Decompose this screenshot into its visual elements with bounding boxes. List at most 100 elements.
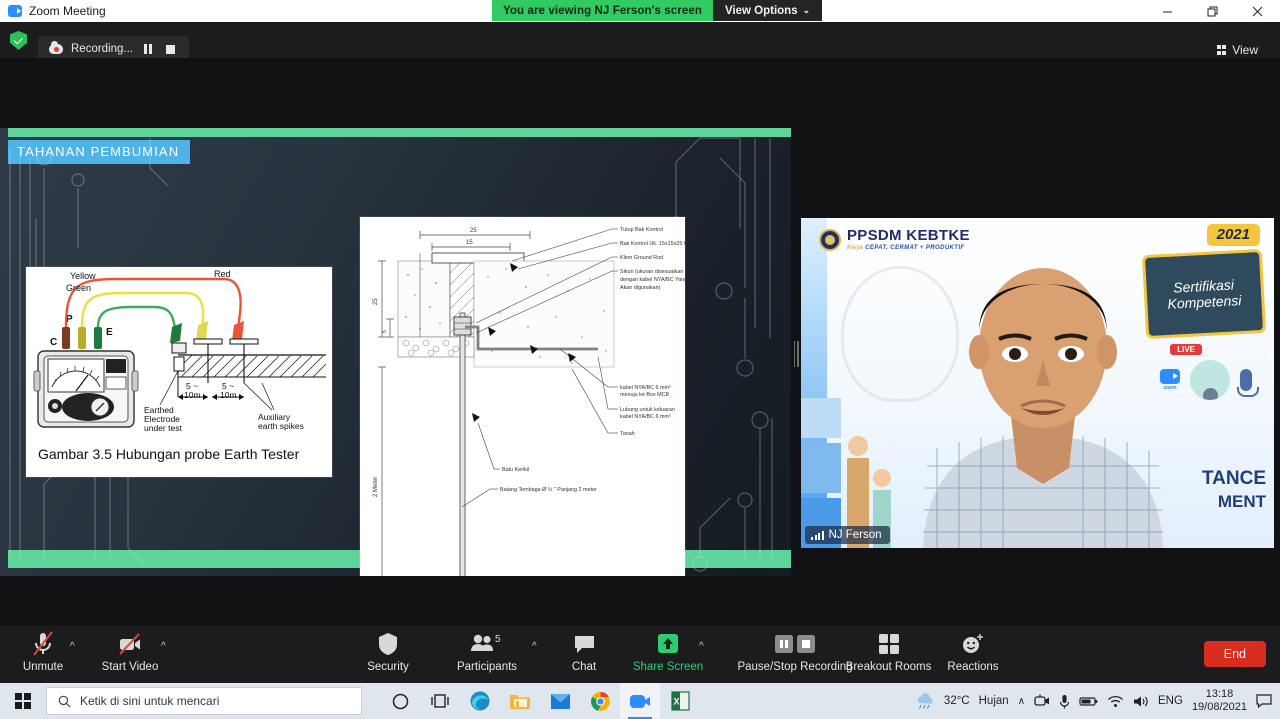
label-terminal-e: E — [106, 327, 113, 338]
figure-grounding-detail: 25 5 2 Meter 25 15 Tutup Bak Kontrol Bak… — [360, 217, 685, 576]
clock-date: 19/08/2021 — [1191, 701, 1247, 713]
system-tray: 32°C Hujan ∧ ENG 13:18 19/08/2021 — [915, 688, 1280, 713]
minimize-button[interactable] — [1145, 0, 1190, 22]
reactions-icon — [961, 631, 985, 657]
excel-icon[interactable]: X — [660, 683, 700, 719]
chevron-down-icon: ⌄ — [802, 5, 811, 15]
panel-drag-handle[interactable] — [793, 340, 799, 368]
callout-7: kabel NYA/BC 6 mm² — [620, 385, 671, 391]
windows-taskbar: Ketik di sini untuk mencari X 32°C Hujan… — [0, 683, 1280, 719]
toolbar-chat-button[interactable]: Chat — [547, 631, 621, 673]
rain-cloud-icon — [917, 692, 933, 709]
end-meeting-button[interactable]: End — [1203, 641, 1266, 667]
background-word-1: TANCE — [1201, 468, 1266, 489]
toolbar-unmute-label: Unmute — [22, 661, 64, 673]
year-badge: 2021 — [1206, 224, 1260, 246]
zoom-meeting-window: Zoom Meeting You are viewing NJ Ferson's… — [0, 0, 1280, 719]
microphone-icon[interactable] — [1059, 694, 1070, 709]
toolbar-chat-label: Chat — [571, 661, 597, 673]
taskbar-search-placeholder: Ketik di sini untuk mencari — [80, 694, 220, 708]
toolbar-share-screen-button[interactable]: Share Screen — [631, 631, 705, 673]
dim-left-depth: 2 Meter — [373, 477, 379, 497]
mail-icon[interactable] — [540, 683, 580, 719]
chat-bubble-icon — [573, 631, 596, 657]
toolbar-pause-stop-recording-label: Pause/Stop Recording — [737, 661, 853, 673]
toolbar-start-video-label: Start Video — [101, 661, 159, 673]
window-title: Zoom Meeting — [29, 4, 106, 18]
toolbar-breakout-rooms-button[interactable]: Breakout Rooms — [846, 631, 931, 673]
windows-start-icon[interactable] — [0, 693, 46, 709]
clock-time: 13:18 — [1205, 688, 1234, 701]
participant-name: NJ Ferson — [828, 529, 882, 541]
dim-top-inner: 15 — [466, 240, 473, 246]
zoom-icon[interactable] — [620, 683, 660, 719]
slide-top-accent-bar — [8, 128, 791, 137]
callout-4: Sikun (ukuran disesuaikan — [620, 269, 683, 275]
taskbar-search-input[interactable]: Ketik di sini untuk mencari — [46, 687, 362, 715]
shared-screen-area[interactable]: TAHANAN PEMBUMIAN C P E 5 ~ 10m 5 ~ 10m … — [0, 128, 791, 576]
figure-left-caption: Gambar 3.5 Hubungan probe Earth Tester — [38, 446, 300, 462]
stop-recording-button[interactable] — [163, 44, 178, 54]
notification-icon[interactable] — [1256, 694, 1272, 708]
dim-left-height: 25 — [373, 298, 379, 305]
cortana-icon[interactable] — [380, 683, 420, 719]
background-word-2: MENT — [1217, 492, 1266, 511]
toolbar-participants-button[interactable]: 5 Participants — [450, 631, 524, 673]
breakout-rooms-icon — [878, 631, 900, 657]
close-button[interactable] — [1235, 0, 1280, 22]
participant-name-tag: NJ Ferson — [805, 526, 890, 544]
volume-icon[interactable] — [1133, 695, 1149, 708]
label-terminal-c: C — [50, 337, 57, 348]
toolbar-reactions-button[interactable]: Reactions — [936, 631, 1010, 673]
callout-6: Akan digunakan) — [620, 285, 661, 291]
audio-options-caret[interactable]: ^ — [70, 641, 75, 652]
pause-recording-button[interactable] — [141, 44, 155, 54]
toolbar-share-screen-label: Share Screen — [632, 661, 704, 673]
share-banner-message: You are viewing NJ Ferson's screen — [492, 0, 713, 21]
view-options-label: View Options — [724, 4, 798, 17]
edge-icon[interactable] — [460, 683, 500, 719]
meeting-stage: TAHANAN PEMBUMIAN C P E 5 ~ 10m 5 ~ 10m … — [0, 58, 1280, 625]
video-tile-nj-ferson[interactable]: PPSDM KEBTKE Kerja CEPAT, CERMAT + PRODU… — [801, 218, 1274, 548]
slide-title: TAHANAN PEMBUMIAN — [8, 140, 191, 164]
toolbar-pause-stop-recording-button[interactable]: Pause/Stop Recording — [737, 631, 853, 673]
restore-button[interactable] — [1190, 0, 1235, 22]
meeting-toolbar: Unmute ^ Start Video ^ Security 5 Partic… — [0, 625, 1280, 683]
tray-language[interactable]: ENG — [1158, 695, 1183, 707]
toolbar-reactions-label: Reactions — [947, 661, 999, 673]
file-explorer-icon[interactable] — [500, 683, 540, 719]
toolbar-unmute-button[interactable]: Unmute — [6, 631, 80, 673]
tray-overflow-caret[interactable]: ∧ — [1018, 696, 1025, 707]
callout-12: Batu Kerikil — [502, 467, 529, 473]
taskbar-clock[interactable]: 13:18 19/08/2021 — [1192, 688, 1247, 713]
task-view-icon[interactable] — [420, 683, 460, 719]
callout-2: Bak Kontrol Uk. 15x15x25 Cm — [620, 241, 685, 247]
meeting-header-bar: Recording... View — [0, 22, 1280, 62]
shield-icon — [378, 631, 398, 657]
video-options-caret[interactable]: ^ — [161, 641, 166, 652]
toolbar-security-button[interactable]: Security — [351, 631, 425, 673]
presentation-slide: TAHANAN PEMBUMIAN C P E 5 ~ 10m 5 ~ 10m … — [0, 128, 791, 576]
label-red-wire: Red — [214, 269, 231, 279]
recording-label: Recording... — [71, 43, 134, 55]
tray-temperature: 32°C — [943, 695, 970, 707]
toolbar-start-video-button[interactable]: Start Video — [93, 631, 167, 673]
chrome-icon[interactable] — [580, 683, 620, 719]
shield-check-icon[interactable] — [10, 31, 27, 50]
callout-10: kabel NYA/BC 6 mm² — [620, 414, 671, 420]
participants-options-caret[interactable]: ^ — [532, 641, 537, 652]
view-label: View — [1232, 43, 1258, 57]
battery-icon[interactable] — [1079, 695, 1098, 708]
search-icon — [58, 695, 71, 707]
camera-icon[interactable] — [1034, 694, 1050, 708]
callout-5: dengan kabel NYA/BC Yang — [620, 277, 685, 283]
view-options-button[interactable]: View Options ⌄ — [712, 0, 823, 21]
figure-earth-tester: C P E 5 ~ 10m 5 ~ 10m Green Yellow Red E… — [26, 267, 332, 477]
headset-agent-icon — [1190, 360, 1230, 400]
recording-cloud-icon — [49, 41, 63, 56]
share-options-caret[interactable]: ^ — [699, 641, 704, 652]
wifi-icon[interactable] — [1107, 695, 1124, 708]
pause-stop-icon — [773, 631, 817, 657]
label-earthed-3: under test — [144, 423, 182, 433]
callout-9: Lubang untuk keluaran — [620, 407, 675, 413]
